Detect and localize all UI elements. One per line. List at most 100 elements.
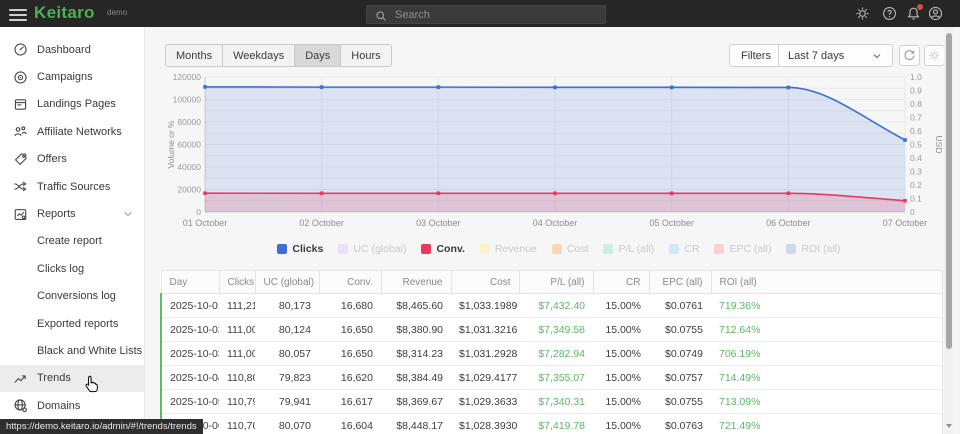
y-right-tick: 0.5 (910, 140, 922, 150)
legend-swatch (338, 244, 348, 254)
sidebar-item-domains[interactable]: Domains (0, 392, 144, 419)
column-header-uc-global-[interactable]: UC (global) (255, 271, 319, 294)
legend-item-clicks[interactable]: Clicks (277, 243, 323, 255)
hamburger-menu-icon[interactable] (9, 6, 27, 21)
table-cell: 16,604 (319, 414, 381, 434)
legend-item-p-l-all-[interactable]: P/L (all) (603, 243, 654, 255)
table-cell: $1,031.2928 (451, 342, 519, 366)
sidebar-item-label: Black and White Lists (37, 345, 142, 357)
sidebar-item-traffic-sources[interactable]: Traffic Sources (0, 173, 144, 200)
table-cell: $8,380.90 (381, 318, 451, 342)
y-right-tick: 0.7 (910, 113, 922, 123)
column-header-p-l-all-[interactable]: P/L (all) (519, 271, 593, 294)
table-cell: $0.0755 (649, 318, 711, 342)
table-cell: $7,349.58 (519, 318, 593, 342)
trends-chart: 02000040000600008000010000012000000.10.2… (164, 70, 954, 234)
table-cell: 15.00% (593, 390, 649, 414)
sidebar-item-create-report[interactable]: Create report (0, 228, 144, 255)
legend-item-conv-[interactable]: Conv. (421, 243, 464, 255)
scrollbar-down-arrow[interactable] (946, 424, 952, 431)
column-header-cost[interactable]: Cost (451, 271, 519, 294)
sidebar-item-conversions-log[interactable]: Conversions log (0, 283, 144, 310)
tab-days[interactable]: Days (295, 44, 341, 67)
column-header-cr[interactable]: CR (593, 271, 649, 294)
data-point (437, 85, 441, 89)
date-range-select[interactable]: Last 7 days (778, 44, 893, 67)
table-cell: 15.00% (593, 414, 649, 434)
y-left-tick: 120000 (173, 72, 202, 82)
sidebar-item-reports[interactable]: Reports (0, 200, 144, 227)
sidebar-item-landings-pages[interactable]: Landings Pages (0, 91, 144, 118)
refresh-button[interactable] (899, 45, 920, 66)
column-header-revenue[interactable]: Revenue (381, 271, 451, 294)
column-header-day[interactable]: Day (161, 271, 219, 294)
table-cell: 2025-10-05 (161, 390, 219, 414)
legend-label: ROI (all) (801, 243, 840, 255)
scrollbar-thumb[interactable] (946, 33, 952, 349)
table-cell: $0.0755 (649, 390, 711, 414)
account-avatar-button[interactable] (928, 6, 943, 21)
legend-item-revenue[interactable]: Revenue (480, 243, 537, 255)
column-header-clicks[interactable]: Clicks (219, 271, 255, 294)
data-point (320, 191, 324, 195)
settings-gear-button[interactable] (855, 6, 870, 21)
sidebar-item-clicks-log[interactable]: Clicks log (0, 255, 144, 282)
legend-item-cost[interactable]: Cost (552, 243, 589, 255)
legend-item-roi-all-[interactable]: ROI (all) (786, 243, 840, 255)
x-tick: 02 October (299, 218, 344, 228)
sidebar-item-label: Exported reports (37, 318, 118, 330)
column-header-epc-all-[interactable]: EPC (all) (649, 271, 711, 294)
legend-label: Conv. (436, 243, 464, 255)
table-cell: $0.0749 (649, 342, 711, 366)
table-cell: 16,620 (319, 366, 381, 390)
data-point (320, 85, 324, 89)
table-cell: $8,384.49 (381, 366, 451, 390)
tab-months[interactable]: Months (165, 44, 223, 67)
column-header-conv-[interactable]: Conv. (319, 271, 381, 294)
sidebar-item-campaigns[interactable]: Campaigns (0, 63, 144, 90)
table-cell: 2025-10-02 (161, 318, 219, 342)
table-cell: $7,419.78 (519, 414, 593, 434)
sidebar-item-black-and-white-lists[interactable]: Black and White Lists (0, 337, 144, 364)
table-cell: 79,941 (255, 390, 319, 414)
search-input[interactable] (393, 8, 605, 22)
y-left-tick: 60000 (177, 140, 201, 150)
tab-hours[interactable]: Hours (341, 44, 391, 67)
table-cell: 15.00% (593, 366, 649, 390)
table-cell: 719.36% (711, 294, 942, 318)
traffic-sources-icon (13, 179, 28, 194)
chevron-down-icon (871, 50, 883, 62)
notifications-bell-icon[interactable] (906, 6, 921, 21)
sidebar-item-offers[interactable]: Offers (0, 146, 144, 173)
tab-weekdays[interactable]: Weekdays (223, 44, 295, 67)
x-tick: 05 October (649, 218, 694, 228)
sidebar-item-label: Create report (37, 235, 102, 247)
sidebar-item-dashboard[interactable]: Dashboard (0, 36, 144, 63)
table-cell: 2025-10-03 (161, 342, 219, 366)
table-cell: $0.0761 (649, 294, 711, 318)
legend-swatch (714, 244, 724, 254)
column-header-roi-all-[interactable]: ROI (all) (711, 271, 942, 294)
chart-legend: Clicks UC (global) Conv. Revenue Cost P/L (al… (164, 243, 954, 255)
table-cell: $8,448.17 (381, 414, 451, 434)
y-left-tick: 80000 (177, 117, 201, 127)
table-cell: 16,680 (319, 294, 381, 318)
sidebar-item-exported-reports[interactable]: Exported reports (0, 310, 144, 337)
y-left-tick: 100000 (173, 95, 202, 105)
table-cell: 80,173 (255, 294, 319, 318)
filters-button-label: Filters (741, 50, 771, 62)
filters-button[interactable]: Filters (729, 44, 783, 67)
y-right-tick: 0.8 (910, 99, 922, 109)
legend-item-uc-global-[interactable]: UC (global) (338, 243, 406, 255)
keitaro-trends-page: Keitaro demo DashboardCampaignsLandings … (0, 0, 960, 434)
campaigns-icon (13, 70, 28, 85)
sidebar-item-trends[interactable]: Trends (0, 365, 144, 392)
legend-item-epc-all-[interactable]: EPC (all) (714, 243, 771, 255)
sidebar-item-affiliate-networks[interactable]: Affiliate Networks (0, 118, 144, 145)
table-cell: $8,465.60 (381, 294, 451, 318)
legend-item-cr[interactable]: CR (669, 243, 699, 255)
chart-settings-button[interactable] (924, 45, 945, 66)
sidebar-item-label: Domains (37, 400, 80, 412)
data-point (670, 192, 674, 196)
help-button[interactable] (882, 6, 897, 21)
